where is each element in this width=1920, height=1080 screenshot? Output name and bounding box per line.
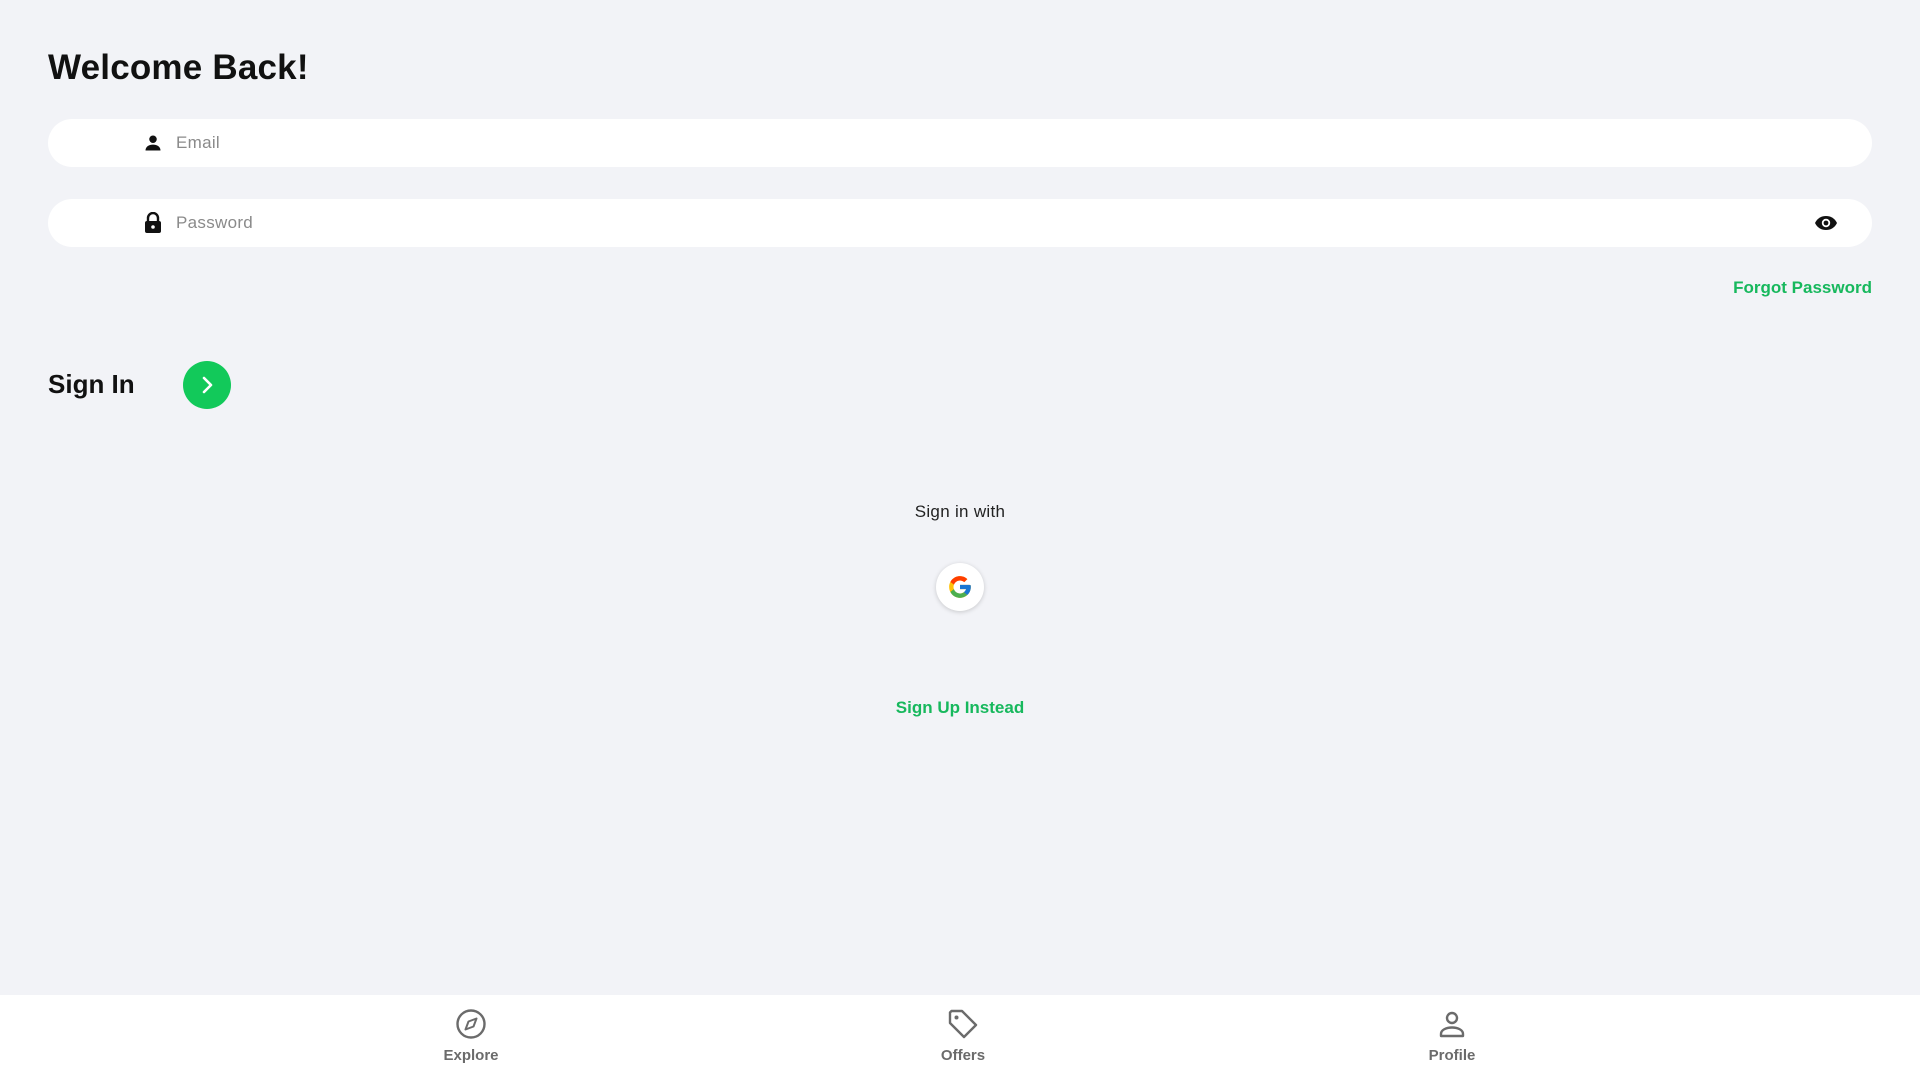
tag-icon — [946, 1007, 980, 1041]
sign-up-row: Sign Up Instead — [0, 698, 1920, 718]
nav-item-explore[interactable]: Explore — [411, 1007, 531, 1073]
nav-item-offers[interactable]: Offers — [903, 1007, 1023, 1073]
google-icon — [949, 576, 971, 598]
forgot-password-link[interactable]: Forgot Password — [1733, 278, 1872, 298]
eye-icon[interactable] — [1813, 210, 1839, 236]
nav-label-profile: Profile — [1428, 1047, 1476, 1064]
google-sign-in-button[interactable] — [936, 563, 984, 611]
nav-item-profile[interactable]: Profile — [1392, 1007, 1512, 1073]
person-icon — [142, 132, 164, 154]
password-field[interactable] — [48, 199, 1872, 247]
sign-in-with-label: Sign in with — [914, 502, 1006, 521]
email-input[interactable] — [176, 119, 1872, 167]
chevron-right-icon — [202, 376, 213, 394]
compass-icon — [454, 1007, 488, 1041]
sign-in-button[interactable] — [183, 361, 231, 409]
bottom-nav: Explore Offers Profile — [0, 995, 1920, 1080]
nav-label-offers: Offers — [940, 1047, 986, 1064]
sign-up-link[interactable]: Sign Up Instead — [896, 698, 1024, 717]
page-title: Welcome Back! — [48, 48, 309, 87]
login-page: Welcome Back! Forgot Password Sign In Si… — [0, 0, 1920, 1080]
lock-icon — [142, 212, 164, 234]
password-input[interactable] — [176, 199, 1813, 247]
email-field[interactable] — [48, 119, 1872, 167]
nav-label-explore: Explore — [443, 1047, 499, 1064]
person-outline-icon — [1435, 1007, 1469, 1041]
sign-in-label: Sign In — [48, 369, 135, 399]
